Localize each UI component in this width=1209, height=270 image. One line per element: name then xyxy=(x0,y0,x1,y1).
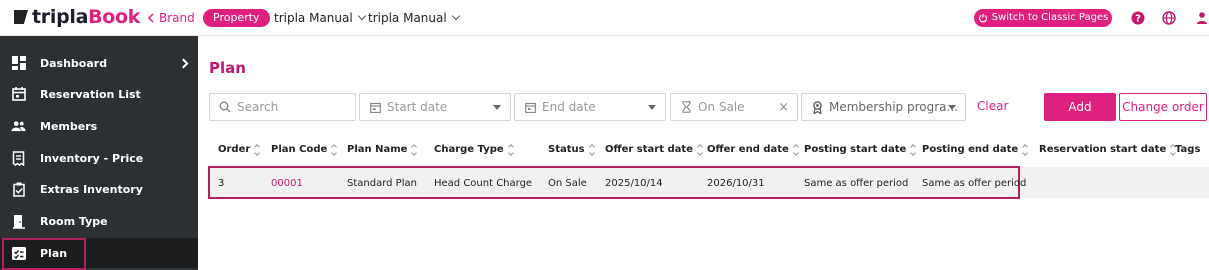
sort-icon xyxy=(331,143,338,156)
sidebar-item-extras-inventory[interactable]: Extras Inventory xyxy=(0,174,198,204)
column-header-charge-type[interactable]: Charge Type xyxy=(434,143,514,156)
calendar-icon xyxy=(11,87,26,102)
logo-prefix: tripla xyxy=(32,6,89,28)
tripla-book-logo[interactable]: triplaBook xyxy=(14,6,140,28)
receipt-icon xyxy=(11,150,26,166)
sidebar-item-members[interactable]: Members xyxy=(0,111,198,141)
globe-icon[interactable] xyxy=(1160,9,1178,27)
column-header-posting-end-date[interactable]: Posting end date xyxy=(922,143,1028,156)
user-icon[interactable] xyxy=(1193,9,1209,27)
sort-icon xyxy=(910,143,917,156)
end-date-picker[interactable]: End date xyxy=(514,93,666,121)
group-dropdown-label: tripla Manual xyxy=(274,11,353,25)
sidebar-item-inventory-price[interactable]: Inventory - Price xyxy=(0,143,198,173)
calendar-icon xyxy=(524,101,536,113)
status-select[interactable]: On Sale × xyxy=(670,93,798,121)
property-dropdown[interactable]: tripla Manual xyxy=(368,11,460,25)
cell-plan-code-link[interactable]: 00001 xyxy=(271,178,303,189)
logo-mark-icon xyxy=(14,10,28,24)
search-placeholder: Search xyxy=(237,100,279,114)
brand-link-label: Brand xyxy=(159,11,195,25)
cell-offer-start-date: 2025/10/14 xyxy=(605,178,663,189)
column-header-status[interactable]: Status xyxy=(548,143,595,156)
start-date-placeholder: Start date xyxy=(387,100,448,114)
group-dropdown[interactable]: tripla Manual xyxy=(274,11,366,25)
members-icon xyxy=(11,119,26,134)
end-date-placeholder: End date xyxy=(542,100,596,114)
start-date-picker[interactable]: Start date xyxy=(359,93,511,121)
chevron-right-icon xyxy=(178,58,189,68)
sidebar-item-label: Dashboard xyxy=(40,56,108,70)
cell-posting-end-date: Same as offer period xyxy=(922,178,1027,189)
page-title: Plan xyxy=(209,59,246,77)
sidebar-item-label: Members xyxy=(40,119,98,133)
top-bar: triplaBook Brand Property tripla Manual … xyxy=(0,0,1209,36)
status-select-value: On Sale xyxy=(698,100,745,114)
add-plan-button[interactable]: Add xyxy=(1044,93,1116,121)
property-chip[interactable]: Property xyxy=(203,9,270,27)
sort-icon xyxy=(588,143,595,156)
cell-order: 3 xyxy=(218,178,225,189)
caret-down-icon xyxy=(493,105,501,110)
cell-charge-type: Head Count Charge xyxy=(434,178,533,189)
chevron-down-icon xyxy=(357,11,366,21)
membership-placeholder: Membership progra... xyxy=(829,100,958,114)
door-icon xyxy=(11,214,26,229)
switch-to-classic-label: Switch to Classic Pages xyxy=(991,12,1109,23)
sort-icon xyxy=(1022,143,1028,156)
search-icon xyxy=(219,101,231,113)
svg-text:?: ? xyxy=(1135,14,1141,25)
sidebar-item-label: Inventory - Price xyxy=(40,151,144,165)
column-header-posting-start-date[interactable]: Posting start date xyxy=(804,143,917,156)
sort-icon xyxy=(792,143,799,156)
sidebar-item-label: Extras Inventory xyxy=(40,182,143,196)
sidebar-item-plan[interactable]: Plan xyxy=(0,238,198,270)
column-header-order[interactable]: Order xyxy=(218,143,261,156)
membership-program-select[interactable]: Membership progra... xyxy=(801,93,966,121)
column-header-reservation-start-date[interactable]: Reservation start date xyxy=(1039,143,1177,156)
column-header-offer-start-date[interactable]: Offer start date xyxy=(605,143,703,156)
column-header-plan-code[interactable]: Plan Code xyxy=(271,143,338,156)
sort-icon xyxy=(507,143,514,156)
search-input[interactable]: Search xyxy=(209,93,356,121)
hourglass-icon xyxy=(680,101,692,113)
calendar-icon xyxy=(369,101,381,113)
sort-icon xyxy=(254,143,261,156)
column-header-plan-name[interactable]: Plan Name xyxy=(347,143,418,156)
close-icon[interactable]: × xyxy=(778,100,789,115)
brand-back-link[interactable]: Brand xyxy=(147,11,195,25)
change-order-button[interactable]: Change order xyxy=(1119,93,1207,121)
sidebar-item-reservation-list[interactable]: Reservation List xyxy=(0,79,198,109)
power-icon xyxy=(978,13,987,23)
cell-posting-start-date: Same as offer period xyxy=(804,178,909,189)
sidebar-item-label: Room Type xyxy=(40,214,108,228)
plan-icon xyxy=(11,246,26,261)
sidebar-item-label: Reservation List xyxy=(40,87,141,101)
property-dropdown-label: tripla Manual xyxy=(368,11,447,25)
cell-offer-end-date: 2026/10/31 xyxy=(707,178,765,189)
switch-to-classic-button[interactable]: Switch to Classic Pages xyxy=(974,9,1112,27)
dashboard-icon xyxy=(11,56,26,71)
sidebar: Dashboard Reservation List Members Inven… xyxy=(0,36,198,270)
clipboard-check-icon xyxy=(11,182,26,197)
help-icon[interactable]: ? xyxy=(1129,9,1147,27)
chevron-left-icon xyxy=(147,13,154,23)
award-icon xyxy=(811,100,823,114)
column-header-offer-end-date[interactable]: Offer end date xyxy=(707,143,799,156)
clear-filters-link[interactable]: Clear xyxy=(977,99,1008,113)
sort-icon xyxy=(411,143,418,156)
sidebar-item-label: Plan xyxy=(40,246,68,260)
column-header-tags: Tags xyxy=(1175,144,1201,155)
cell-status: On Sale xyxy=(548,178,587,189)
logo-suffix: Book xyxy=(88,6,141,28)
cell-plan-name: Standard Plan xyxy=(347,178,417,189)
sidebar-item-dashboard[interactable]: Dashboard xyxy=(0,48,198,78)
sidebar-item-room-type[interactable]: Room Type xyxy=(0,206,198,236)
caret-down-icon xyxy=(648,105,656,110)
chevron-down-icon xyxy=(451,11,460,21)
sort-icon xyxy=(697,143,703,156)
caret-down-icon xyxy=(948,105,956,110)
